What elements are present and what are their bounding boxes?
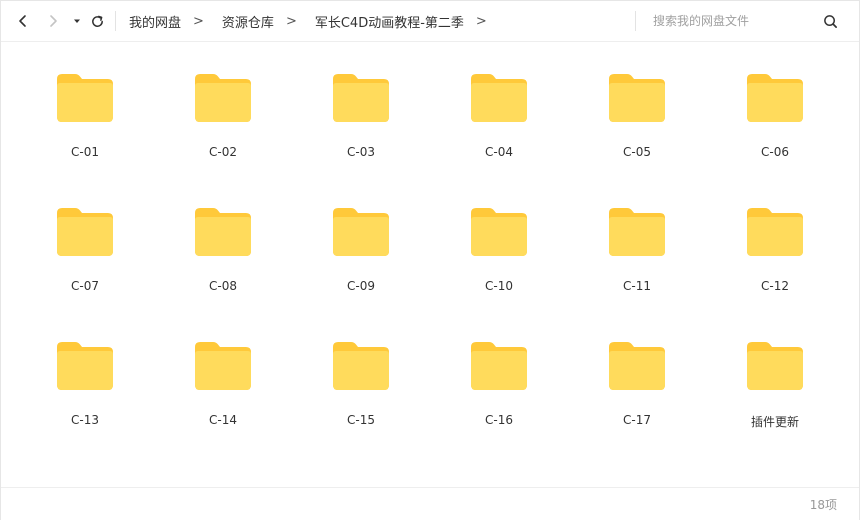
folder-item[interactable]: C-11 [568, 199, 706, 333]
forward-button[interactable] [43, 11, 63, 31]
folder-icon [195, 208, 251, 256]
folder-name: C-16 [485, 413, 513, 427]
folder-grid: C-01 C-02 C-03 C-04 C-05 C-06 C-07 C-08 … [16, 65, 844, 467]
refresh-icon [91, 15, 103, 27]
folder-name: C-08 [209, 279, 237, 293]
folder-icon [57, 74, 113, 122]
folder-item[interactable]: C-10 [430, 199, 568, 333]
breadcrumb-separator: > [475, 13, 487, 29]
search-icon [823, 14, 837, 28]
folder-name: C-05 [623, 145, 651, 159]
folder-name: C-13 [71, 413, 99, 427]
folder-icon [57, 208, 113, 256]
folder-icon [195, 74, 251, 122]
history-dropdown-button[interactable] [67, 11, 87, 31]
folder-name: C-04 [485, 145, 513, 159]
folder-item[interactable]: C-03 [292, 65, 430, 199]
folder-name: C-15 [347, 413, 375, 427]
folder-item[interactable]: C-02 [154, 65, 292, 199]
folder-icon [333, 208, 389, 256]
folder-icon [333, 342, 389, 390]
toolbar-divider [115, 11, 116, 31]
breadcrumb-item-my-drive[interactable]: 我的网盘 [129, 12, 181, 31]
top-toolbar: 我的网盘 > 资源仓库 > 军长C4D动画教程-第二季 > [1, 1, 859, 42]
folder-item[interactable]: C-17 [568, 333, 706, 467]
breadcrumb: 我的网盘 > 资源仓库 > 军长C4D动画教程-第二季 > [129, 1, 487, 41]
folder-icon [747, 208, 803, 256]
folder-name: C-10 [485, 279, 513, 293]
folder-name: C-14 [209, 413, 237, 427]
back-button[interactable] [13, 11, 33, 31]
folder-name: C-11 [623, 279, 651, 293]
folder-icon [471, 74, 527, 122]
folder-item[interactable]: C-04 [430, 65, 568, 199]
folder-item[interactable]: C-12 [706, 199, 844, 333]
folder-name: 插件更新 [750, 415, 799, 429]
folder-name: C-02 [209, 145, 237, 159]
folder-icon [747, 74, 803, 122]
breadcrumb-item-current-folder[interactable]: 军长C4D动画教程-第二季 [315, 12, 464, 31]
folder-name: C-07 [71, 279, 99, 293]
folder-item[interactable]: C-15 [292, 333, 430, 467]
folder-icon [333, 74, 389, 122]
folder-icon [609, 342, 665, 390]
folder-item[interactable]: C-05 [568, 65, 706, 199]
folder-item[interactable]: C-09 [292, 199, 430, 333]
status-bar: 18项 [1, 487, 859, 520]
folder-item[interactable]: C-13 [16, 333, 154, 467]
folder-icon [195, 342, 251, 390]
folder-icon [57, 342, 113, 390]
folder-name: C-17 [623, 413, 651, 427]
folder-icon [471, 342, 527, 390]
folder-item[interactable]: C-01 [16, 65, 154, 199]
folder-icon [471, 208, 527, 256]
refresh-button[interactable] [87, 11, 107, 31]
item-count: 18项 [809, 498, 837, 512]
folder-item[interactable]: C-14 [154, 333, 292, 467]
folder-name: C-09 [347, 279, 375, 293]
folder-icon [609, 208, 665, 256]
folder-name: C-01 [71, 145, 99, 159]
breadcrumb-item-resource-repo[interactable]: 资源仓库 [222, 12, 274, 31]
folder-item[interactable]: C-08 [154, 199, 292, 333]
search-button[interactable] [820, 11, 840, 31]
file-browser-window: 我的网盘 > 资源仓库 > 军长C4D动画教程-第二季 > C-01 C-02 [0, 0, 860, 520]
folder-name: C-03 [347, 145, 375, 159]
folder-item[interactable]: C-07 [16, 199, 154, 333]
folder-item[interactable]: C-16 [430, 333, 568, 467]
folder-name: C-12 [761, 279, 789, 293]
folder-icon [609, 74, 665, 122]
caret-down-icon [74, 19, 80, 23]
folder-item[interactable]: C-06 [706, 65, 844, 199]
chevron-right-icon [50, 15, 57, 27]
breadcrumb-separator: > [193, 13, 204, 29]
breadcrumb-separator: > [285, 13, 297, 29]
search-input[interactable] [653, 10, 803, 32]
folder-name: C-06 [761, 145, 789, 159]
toolbar-divider [635, 11, 636, 31]
folder-icon [747, 342, 803, 390]
folder-item[interactable]: 插件更新 [706, 333, 844, 467]
chevron-left-icon [19, 15, 26, 27]
